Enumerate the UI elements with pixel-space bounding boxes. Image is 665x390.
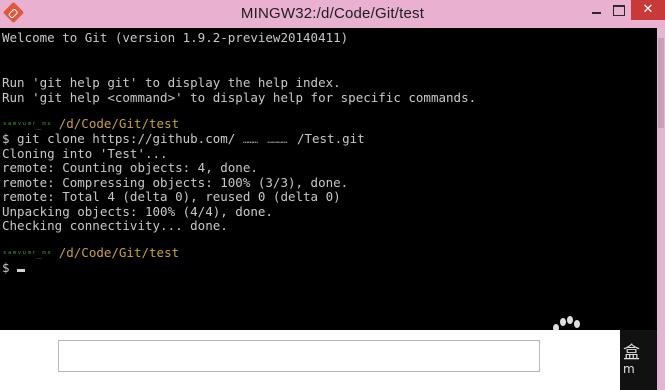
terminal-output[interactable]: Welcome to Git (version 1.9.2-preview201… (0, 28, 657, 360)
maximize-button[interactable] (608, 0, 630, 20)
terminal-line-welcome: Welcome to Git (version 1.9.2-preview201… (2, 30, 349, 45)
terminal-line-counting: remote: Counting objects: 4, done. (2, 160, 258, 175)
prompt-user-2: ˢᵃᵐᵛᵘᵐʳ_ᵐˣ (2, 250, 52, 260)
clone-command-repo: /Test.git (296, 131, 365, 146)
close-icon: ✕ (642, 2, 654, 17)
terminal-line-help-command: Run 'git help <command>' to display help… (2, 90, 477, 105)
text-cursor (17, 269, 26, 272)
clone-command-text: $ git clone https://github.com/ (2, 131, 243, 146)
title-bar[interactable]: MINGW32:/d/Code/Git/test ✕ (0, 0, 665, 28)
terminal-input-line[interactable]: $ (2, 260, 26, 275)
terminal-line-cloning: Cloning into 'Test'... (2, 146, 168, 161)
terminal-prompt-line-2: ˢᵃᵐᵛᵘᵐʳ_ᵐˣ /d/Code/Git/test (2, 245, 179, 260)
terminal-prompt-line: ˢᵃᵐᵛᵘᵐʳ_ᵐˣ /d/Code/Git/test (2, 116, 179, 131)
close-button[interactable]: ✕ (631, 0, 665, 20)
maximize-icon (613, 4, 625, 16)
prompt-path: /d/Code/Git/test (51, 116, 180, 131)
prompt-dollar: $ (2, 260, 18, 275)
search-input[interactable] (58, 340, 540, 372)
redacted-username: ……… ………… (242, 136, 297, 146)
terminal-line-unpacking: Unpacking objects: 100% (4/4), done. (2, 204, 273, 219)
terminal-line-clone-command: $ git clone https://github.com/ ……… …………… (2, 131, 365, 146)
terminal-line-total: remote: Total 4 (delta 0), reused 0 (del… (2, 189, 341, 204)
prompt-user: ˢᵃᵐᵛᵘᵐʳ_ᵐˣ (2, 121, 52, 131)
scrollbar-thumb[interactable] (658, 38, 664, 128)
terminal-line-compressing: remote: Compressing objects: 100% (3/3),… (2, 175, 349, 190)
prompt-path-2: /d/Code/Git/test (51, 245, 180, 260)
terminal-corner: 盒 m (620, 330, 657, 390)
terminal-line-help-index: Run 'git help git' to display the help i… (2, 75, 341, 90)
terminal-line-connectivity: Checking connectivity... done. (2, 218, 228, 233)
minimize-icon (591, 12, 601, 14)
corner-glyph-2: m (623, 362, 635, 376)
vertical-scrollbar[interactable] (657, 28, 665, 390)
corner-glyph: 盒 (623, 343, 640, 363)
window-title: MINGW32:/d/Code/Git/test (240, 5, 425, 22)
minimize-button[interactable] (586, 0, 606, 20)
